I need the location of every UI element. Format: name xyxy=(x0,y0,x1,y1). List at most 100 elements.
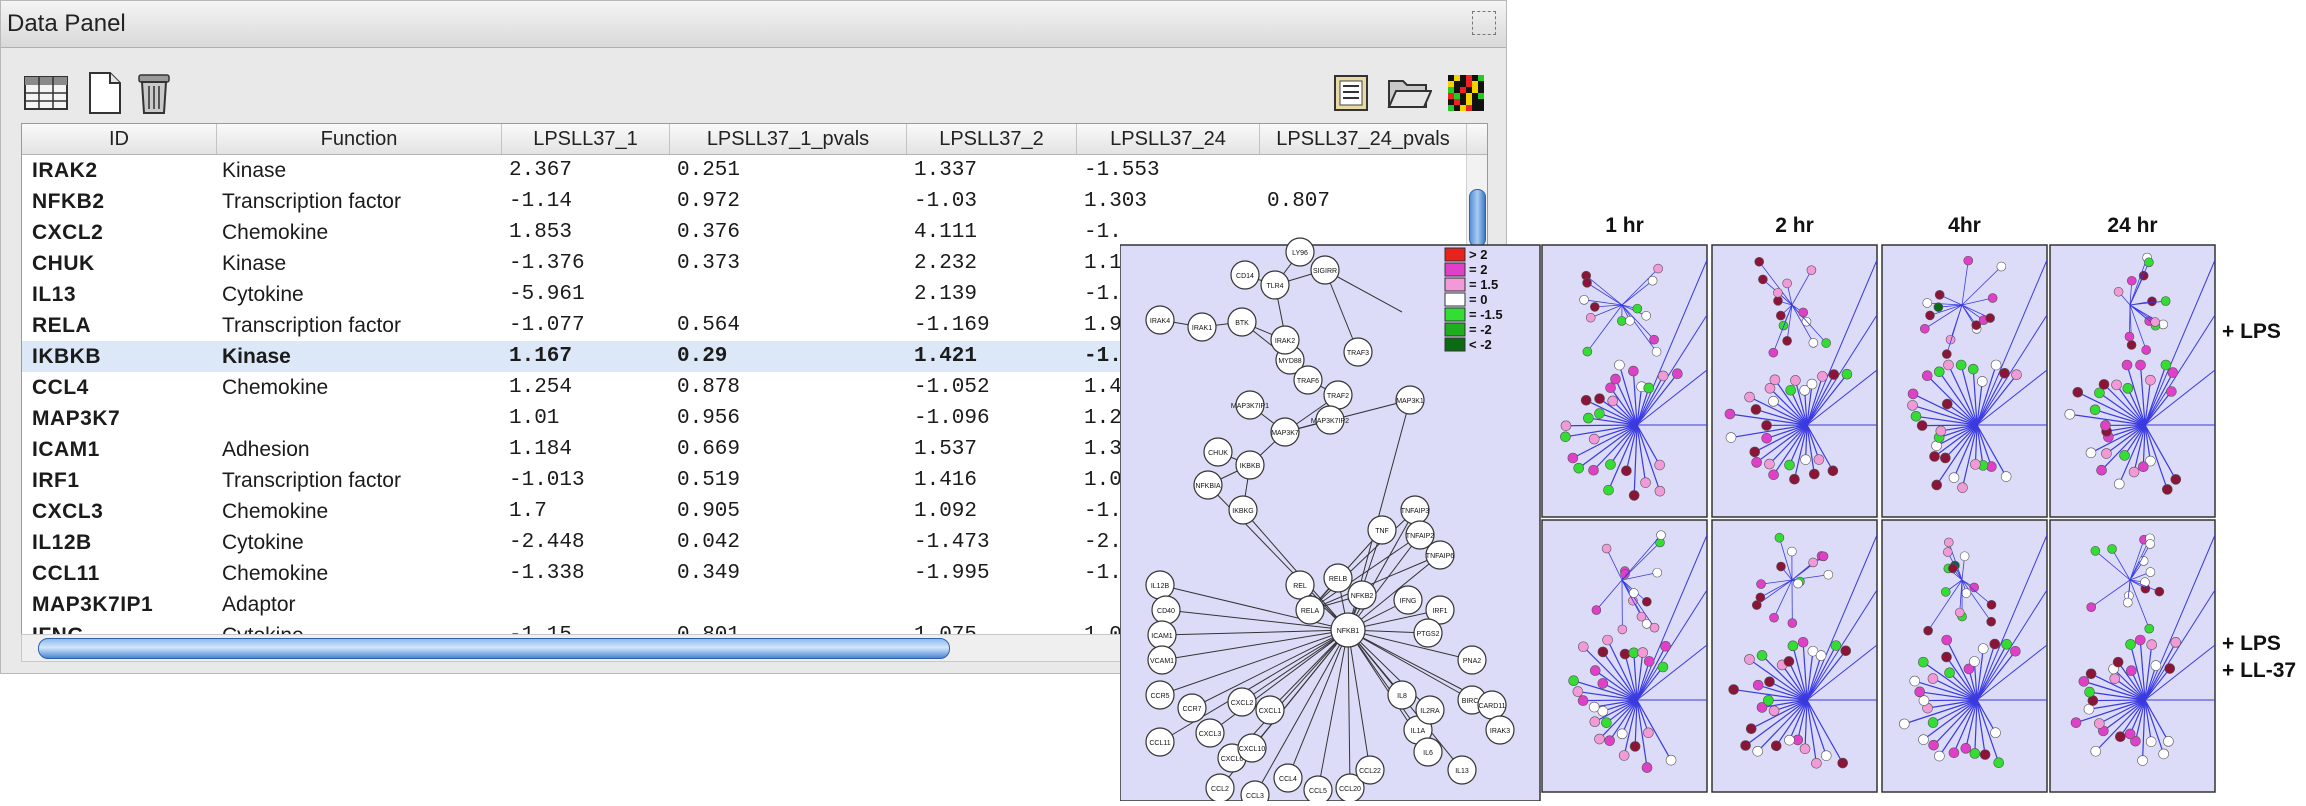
network-node: CCL4 xyxy=(1274,764,1302,792)
table-cell: 0.669 xyxy=(677,434,902,465)
open-folder-button[interactable] xyxy=(1384,67,1434,119)
network-node xyxy=(1655,460,1665,470)
network-node: IRAK2 xyxy=(1271,326,1299,354)
column-header[interactable]: ID xyxy=(22,124,217,154)
network-node: CXCL1 xyxy=(1256,696,1284,724)
table-cell: Transcription factor xyxy=(222,465,495,496)
table-cell: 0.29 xyxy=(677,341,902,372)
network-node xyxy=(1788,619,1797,628)
window-title: Data Panel xyxy=(7,10,126,38)
network-node xyxy=(1771,741,1781,751)
svg-text:CCL2: CCL2 xyxy=(1211,786,1229,793)
network-node xyxy=(1764,459,1774,469)
heatmap-button[interactable] xyxy=(1441,67,1491,119)
network-node xyxy=(1842,369,1852,379)
network-node xyxy=(1741,741,1751,751)
svg-text:MYD88: MYD88 xyxy=(1278,358,1301,365)
column-header[interactable]: Function xyxy=(217,124,502,154)
table-cell xyxy=(1267,155,1462,186)
table-cell: 1.7 xyxy=(509,496,665,527)
network-node xyxy=(2146,737,2156,747)
network-node: MAP3K1 xyxy=(1396,386,1424,414)
network-node: IRAK3 xyxy=(1486,716,1514,744)
network-node xyxy=(1955,608,1964,617)
column-header[interactable]: LPSLL37_1 xyxy=(502,124,670,154)
grid-table-icon xyxy=(23,73,69,113)
new-document-button[interactable] xyxy=(79,67,129,119)
network-node: TNFAIP3 xyxy=(1401,496,1430,524)
network-node: CARD11 xyxy=(1478,691,1506,719)
table-cell: 0.376 xyxy=(677,217,902,248)
svg-text:REL: REL xyxy=(1293,583,1307,590)
network-node: CCL22 xyxy=(1356,756,1384,784)
table-cell: 1.167 xyxy=(509,341,665,372)
network-node xyxy=(1773,296,1782,305)
network-node xyxy=(1769,348,1778,357)
table-cell: Cytokine xyxy=(222,527,495,558)
column-header[interactable]: LPSLL37_2 xyxy=(907,124,1077,154)
network-node xyxy=(1603,635,1613,645)
maximize-icon[interactable] xyxy=(1472,11,1496,35)
network-node xyxy=(2147,640,2157,650)
legend-item: = -2 xyxy=(1445,322,1492,337)
network-node xyxy=(1583,278,1592,287)
network-node xyxy=(1962,589,1971,598)
network-node xyxy=(2140,578,2149,587)
network-node xyxy=(2100,420,2110,430)
table-cell: Kinase xyxy=(222,341,495,372)
network-node xyxy=(2161,297,2170,306)
network-node xyxy=(1786,385,1796,395)
network-node xyxy=(1918,735,1928,745)
table-row[interactable]: IRAK2Kinase2.3670.2511.337-1.553 xyxy=(22,155,1467,186)
svg-text:IKBKG: IKBKG xyxy=(1232,508,1253,515)
table-cell: IFNG xyxy=(32,620,215,634)
table-cell: 1.537 xyxy=(914,434,1072,465)
network-node xyxy=(2120,450,2130,460)
network-node xyxy=(2114,287,2123,296)
network-node xyxy=(1757,580,1766,589)
column-header[interactable]: LPSLL37_24_pvals xyxy=(1260,124,1467,154)
network-node xyxy=(1942,399,1952,409)
network-node xyxy=(2091,546,2100,555)
svg-text:NFKBIA: NFKBIA xyxy=(1195,483,1221,490)
network-node xyxy=(1934,367,1944,377)
network-node: NFKBIA xyxy=(1194,471,1222,499)
properties-button[interactable] xyxy=(1326,67,1376,119)
network-node xyxy=(1608,396,1618,406)
network-node xyxy=(1569,676,1579,686)
svg-text:CARD11: CARD11 xyxy=(1478,703,1505,710)
svg-text:CXCL1: CXCL1 xyxy=(1259,708,1282,715)
network-node: CXCL10 xyxy=(1238,734,1266,762)
delete-button[interactable] xyxy=(129,67,179,119)
network-node xyxy=(1809,338,1818,347)
network-node xyxy=(1638,648,1648,658)
network-node xyxy=(1561,421,1571,431)
network-node xyxy=(1908,389,1918,399)
svg-text:CCL4: CCL4 xyxy=(1279,776,1297,783)
network-node xyxy=(1924,626,1933,635)
network-node xyxy=(1655,486,1665,496)
table-view-button[interactable] xyxy=(21,67,71,119)
network-node xyxy=(1819,552,1828,561)
network-node xyxy=(1789,474,1799,484)
column-header[interactable]: LPSLL37_24 xyxy=(1077,124,1260,154)
network-edge xyxy=(1566,425,1637,426)
horizontal-scroll-thumb[interactable] xyxy=(38,638,950,659)
table-cell: 0.042 xyxy=(677,527,902,558)
network-node: RELA xyxy=(1296,596,1324,624)
column-header[interactable]: LPSLL37_1_pvals xyxy=(670,124,907,154)
network-node xyxy=(2110,674,2120,684)
svg-text:IL8: IL8 xyxy=(1397,693,1407,700)
network-node xyxy=(1841,646,1851,656)
network-node xyxy=(1583,413,1593,423)
network-node xyxy=(1922,371,1932,381)
network-node xyxy=(1783,279,1792,288)
table-cell: 1.416 xyxy=(914,465,1072,496)
svg-text:IRAK3: IRAK3 xyxy=(1490,728,1510,735)
network-node: IKBKG xyxy=(1229,496,1257,524)
window-titlebar[interactable]: Data Panel xyxy=(1,1,1506,48)
network-node: CXCL2 xyxy=(1228,688,1256,716)
network-node xyxy=(2099,379,2109,389)
table-cell: Chemokine xyxy=(222,372,495,403)
network-node xyxy=(1578,642,1588,652)
